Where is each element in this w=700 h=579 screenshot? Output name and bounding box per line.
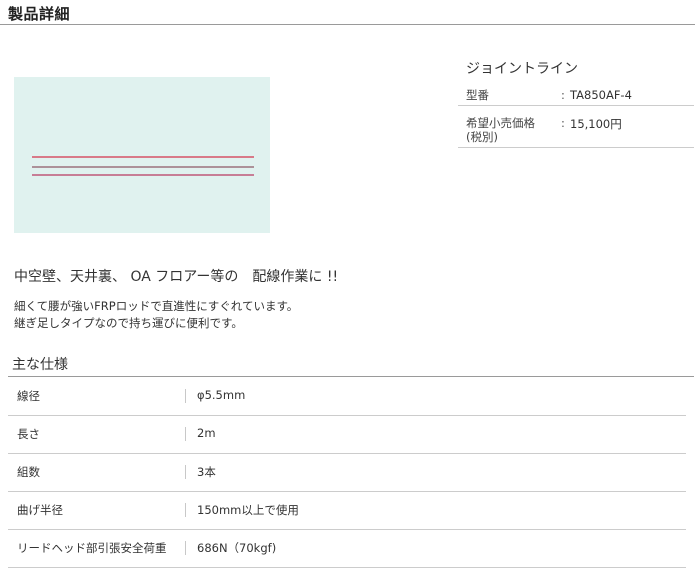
spec-value: 150mm以上で使用 [197, 503, 299, 517]
product-headline: 中空壁、天井裏、 OA フロアー等の 配線作業に !! [14, 269, 339, 285]
spec-value: φ5.5mm [197, 388, 246, 402]
spec-column-divider [185, 503, 186, 517]
spec-value: 3本 [197, 465, 216, 479]
description-line: 細くて腰が強いFRPロッドで直進性にすぐれています。 [14, 299, 299, 313]
info-value: 15,100円 [570, 117, 622, 131]
spec-value: 686N（70kgf) [197, 541, 277, 555]
spec-column-divider [185, 465, 186, 479]
spec-key: 長さ [17, 427, 40, 441]
info-key: 希望小売価格 [466, 116, 535, 130]
info-separator: : [561, 116, 565, 130]
spec-key: 曲げ半径 [17, 503, 63, 517]
spec-column-divider [185, 541, 186, 555]
spec-column-divider [185, 427, 186, 441]
spec-value: 2m [197, 426, 216, 440]
spec-key: 線径 [17, 389, 40, 403]
description-line: 継ぎ足しタイプなので持ち運びに便利です。 [14, 316, 243, 330]
spec-column-divider [185, 389, 186, 403]
title-divider [0, 24, 695, 25]
product-rods-illustration [32, 156, 254, 176]
spec-row: リードヘッド部引張安全荷重 686N（70kgf) [8, 529, 686, 568]
spec-row: 長さ 2m [8, 415, 686, 454]
spec-row: 線径 φ5.5mm [8, 377, 686, 416]
info-row-price: 希望小売価格 (税別) : 15,100円 [458, 106, 694, 148]
info-key-note: (税別) [466, 130, 498, 144]
spec-section-title: 主な仕様 [12, 357, 68, 373]
page-title: 製品詳細 [8, 5, 71, 23]
product-name: ジョイントライン [466, 61, 578, 77]
info-value: TA850AF-4 [570, 88, 632, 102]
spec-row: 曲げ半径 150mm以上で使用 [8, 491, 686, 530]
info-key: 型番 [466, 88, 489, 102]
info-separator: : [561, 88, 565, 102]
spec-key: 組数 [17, 465, 40, 479]
product-image [14, 77, 270, 233]
spec-key: リードヘッド部引張安全荷重 [17, 541, 167, 555]
spec-row: 組数 3本 [8, 453, 686, 492]
info-row-model: 型番 : TA850AF-4 [458, 83, 694, 106]
